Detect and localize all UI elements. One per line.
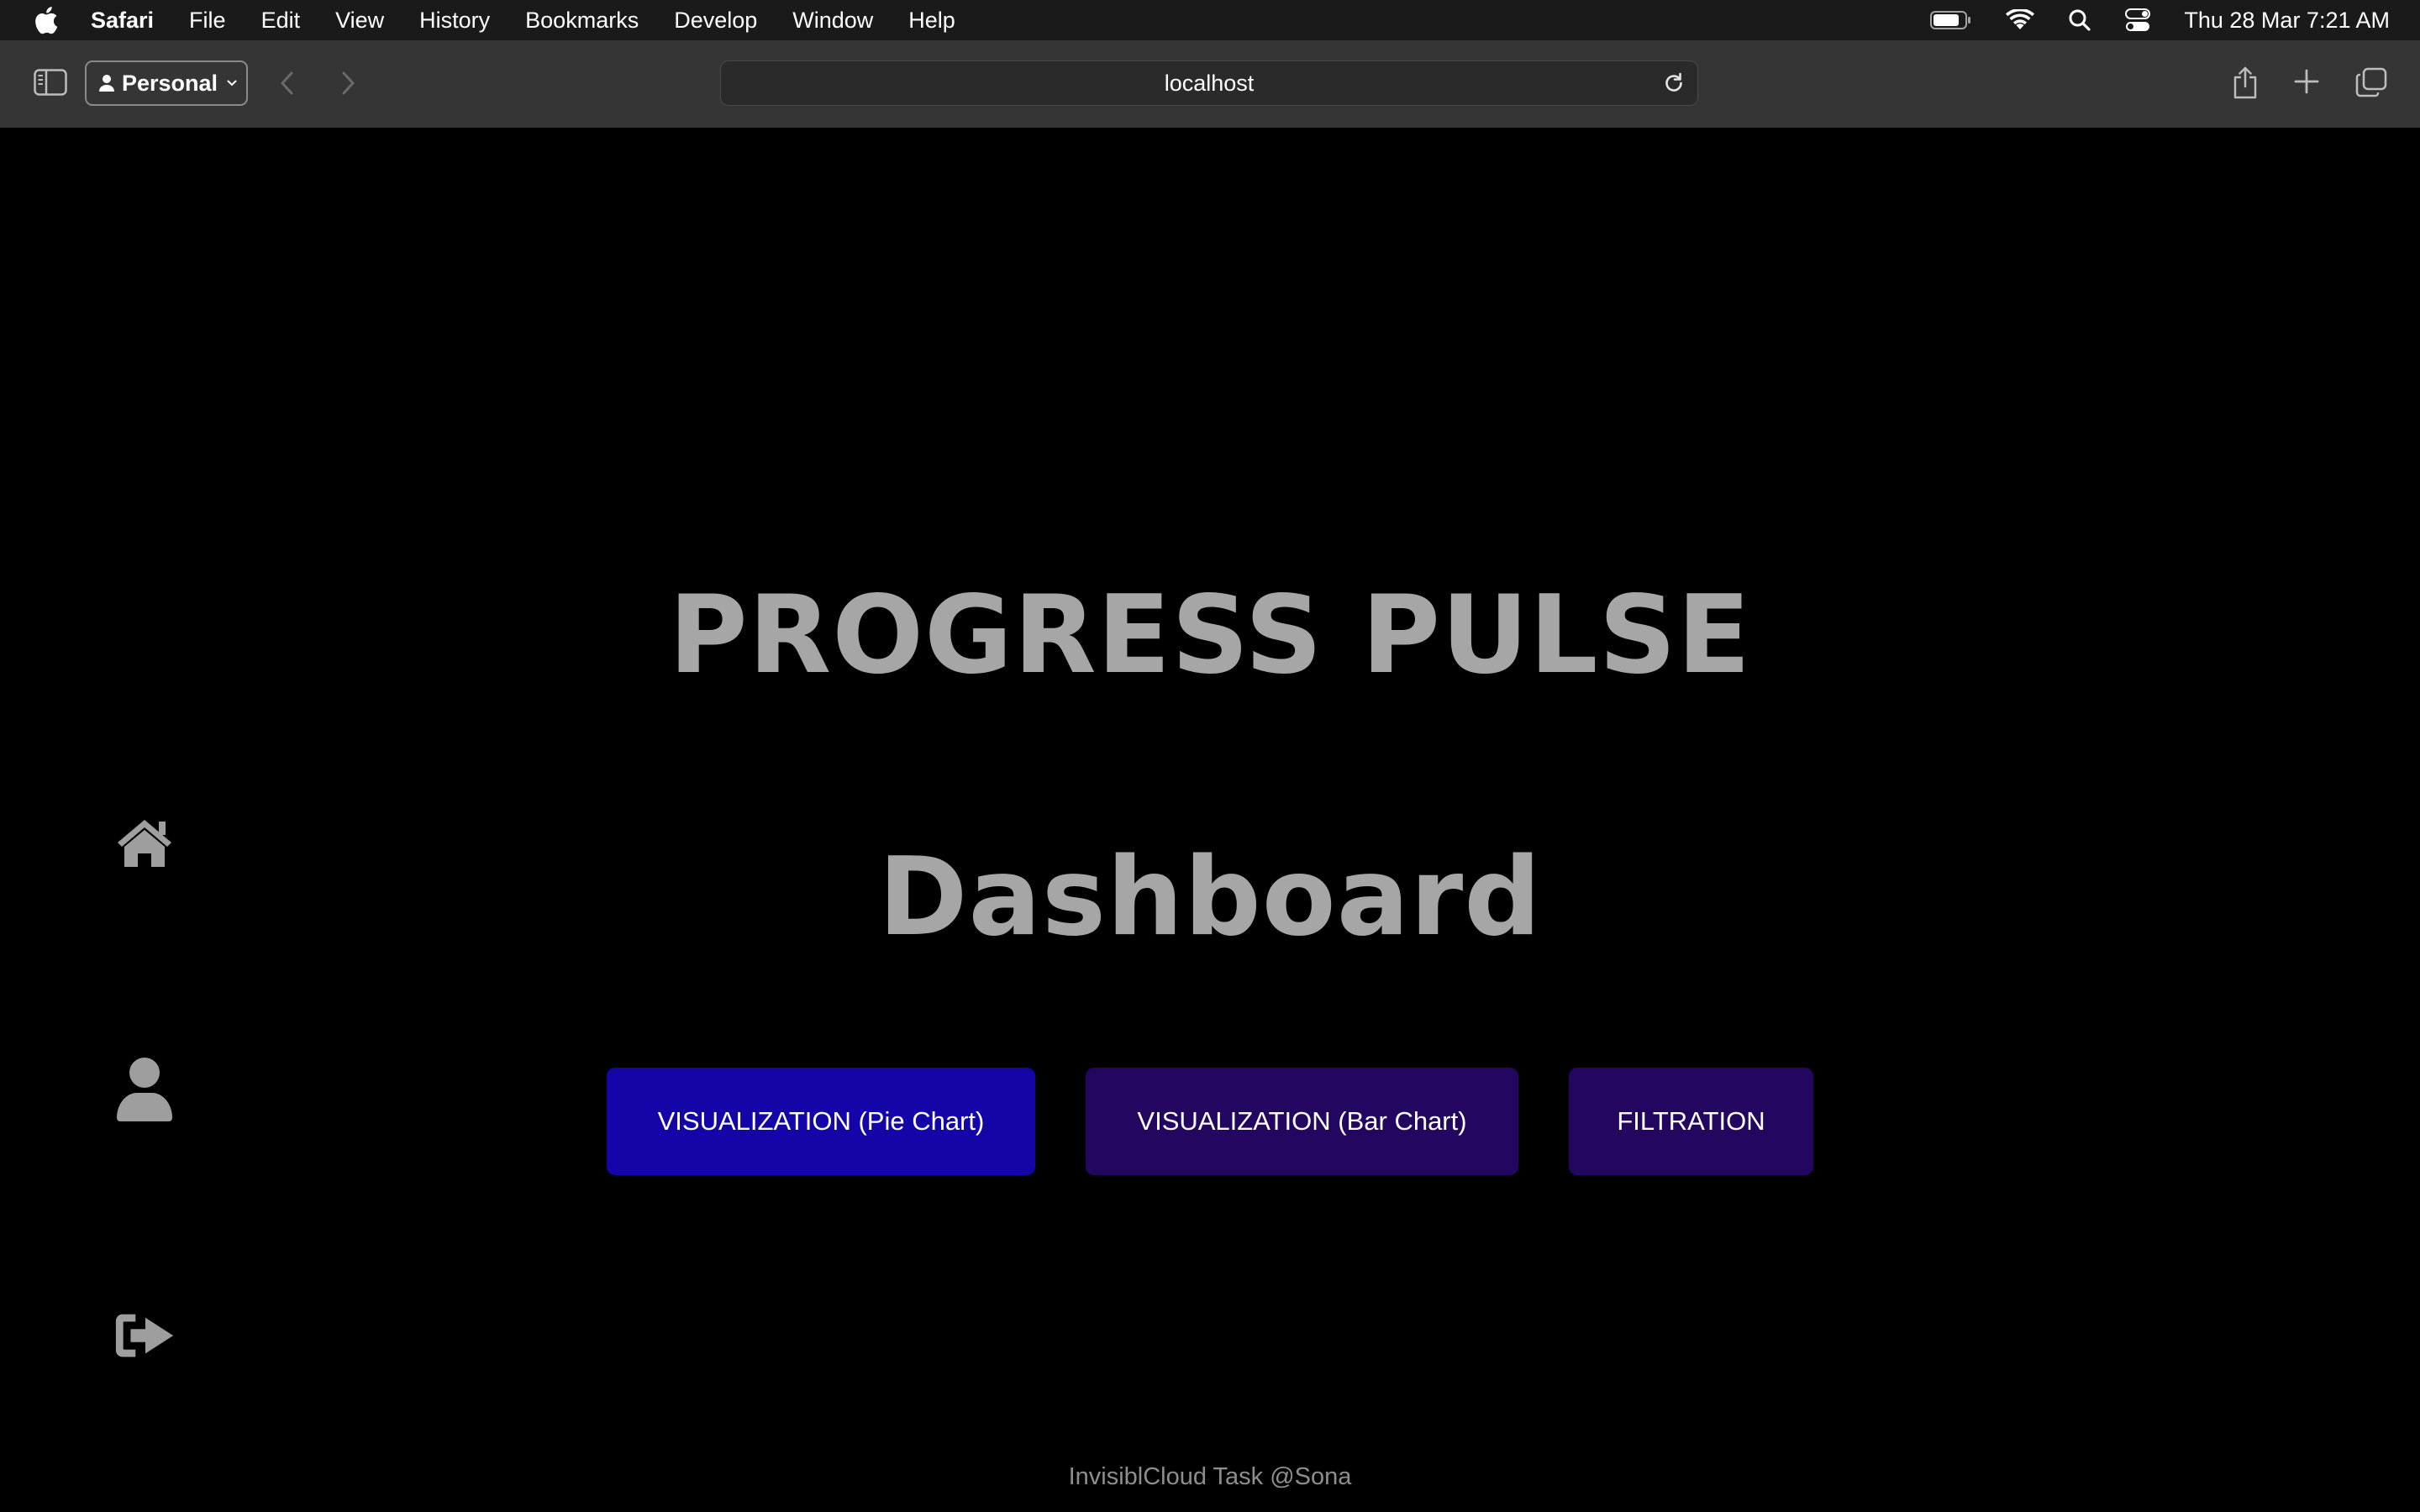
apple-menu-icon[interactable] [32, 6, 59, 34]
menu-edit[interactable]: Edit [261, 8, 301, 34]
logout-icon[interactable] [113, 1304, 176, 1368]
new-tab-icon[interactable] [2294, 69, 2319, 98]
menu-history[interactable]: History [419, 8, 490, 34]
web-page: PROGRESS PULSE Dashboard VISUALIZATION (… [0, 128, 2420, 1512]
browser-toolbar: Personal localhost [0, 40, 2420, 129]
address-bar[interactable]: localhost [720, 60, 1698, 106]
tab-overview-icon[interactable] [2355, 67, 2387, 102]
menu-window[interactable]: Window [792, 8, 873, 34]
battery-icon[interactable] [1930, 10, 1972, 30]
menubar-clock[interactable]: Thu 28 Mar 7:21 AM [2184, 8, 2390, 34]
pie-chart-visualization-button[interactable]: VISUALIZATION (Pie Chart) [607, 1068, 1035, 1175]
menu-bookmarks[interactable]: Bookmarks [525, 8, 639, 34]
spotlight-search-icon[interactable] [2068, 8, 2091, 32]
page-subtitle: Dashboard [878, 835, 1542, 960]
share-icon[interactable] [2232, 66, 2259, 103]
menu-help[interactable]: Help [908, 8, 955, 34]
profile-selector[interactable]: Personal [85, 60, 248, 106]
bar-chart-visualization-button[interactable]: VISUALIZATION (Bar Chart) [1086, 1068, 1518, 1175]
chevron-down-icon [226, 79, 238, 87]
menu-app-safari[interactable]: Safari [91, 8, 154, 34]
forward-button-icon[interactable] [338, 71, 358, 100]
back-button-icon[interactable] [277, 71, 297, 100]
person-icon [98, 74, 115, 92]
menu-view[interactable]: View [335, 8, 384, 34]
profile-label: Personal [122, 70, 218, 96]
screen: Safari File Edit View History Bookmarks … [0, 0, 2420, 1512]
sidebar-toggle-icon[interactable] [34, 69, 67, 96]
user-icon[interactable] [113, 1057, 176, 1121]
control-center-icon[interactable] [2125, 8, 2151, 32]
url-text[interactable]: localhost [721, 61, 1697, 105]
footer-credit: InvisiblCloud Task @Sona [1068, 1463, 1352, 1490]
menu-file[interactable]: File [189, 8, 226, 34]
page-title: PROGRESS PULSE [668, 573, 1752, 698]
reload-icon[interactable] [1662, 71, 1686, 99]
menu-bar: Safari File Edit View History Bookmarks … [0, 0, 2420, 40]
wifi-icon[interactable] [2006, 9, 2035, 31]
menu-develop[interactable]: Develop [674, 8, 757, 34]
filtration-button[interactable]: FILTRATION [1569, 1068, 1813, 1175]
